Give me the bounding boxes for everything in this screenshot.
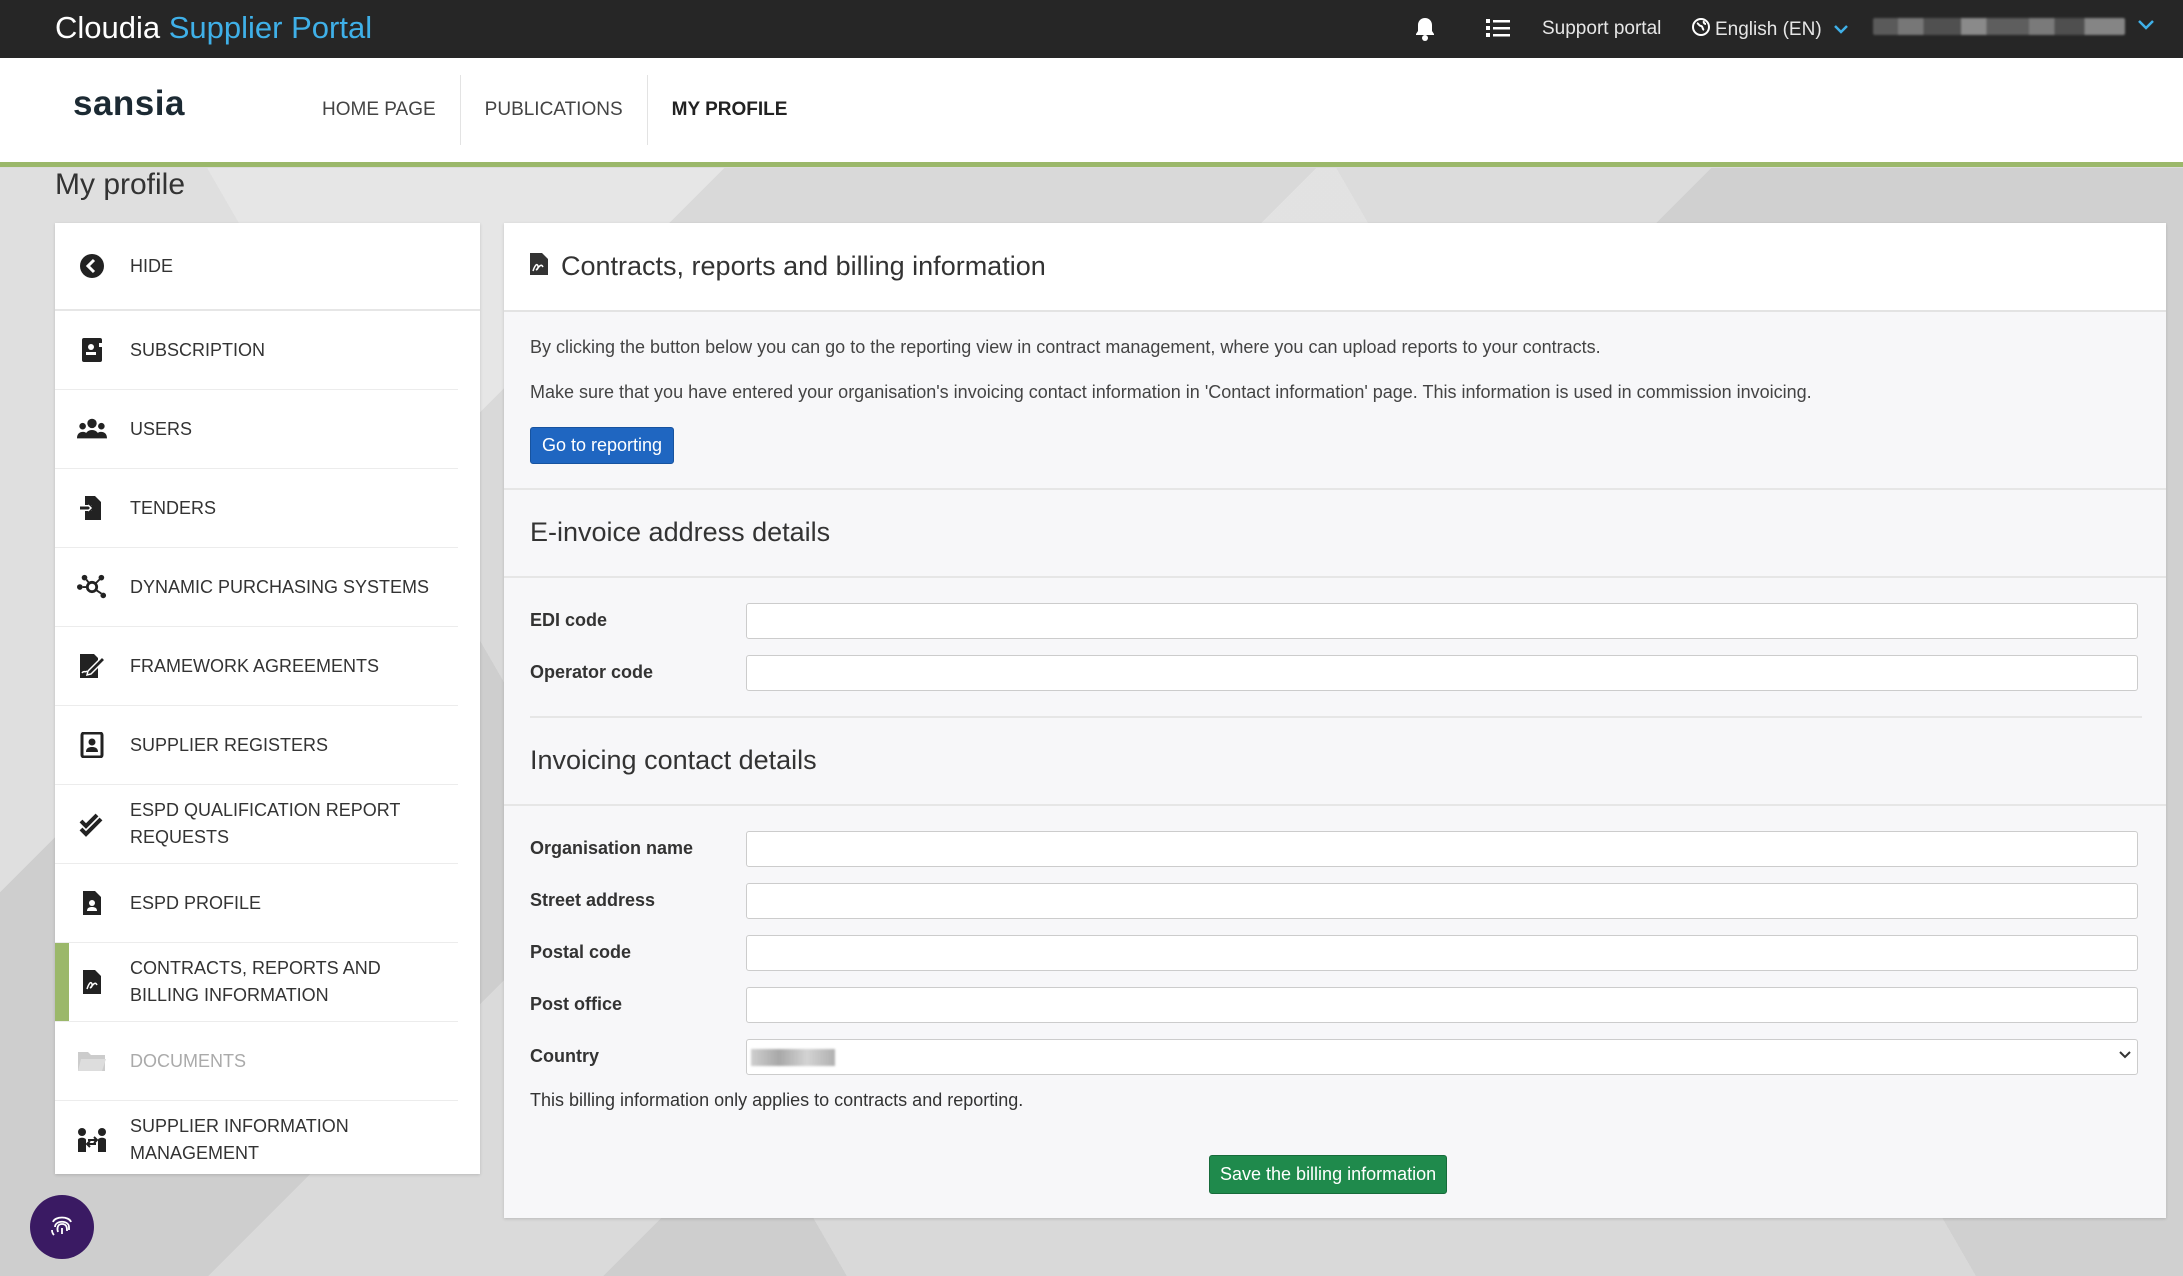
einvoice-section-title: E-invoice address details — [530, 517, 831, 547]
sidebar-item-framework-agreements[interactable]: FRAMEWORK AGREEMENTS — [55, 627, 458, 706]
operator-code-label: Operator code — [530, 662, 654, 682]
sidebar-item-label: TENDERS — [130, 497, 217, 518]
country-row: Country — [530, 1039, 2142, 1077]
network-icon — [77, 574, 107, 600]
nav-my-profile[interactable]: MY PROFILE — [648, 75, 812, 145]
sidebar-item-label: SUPPLIER INFORMATION MANAGEMENT — [130, 1116, 349, 1163]
invoicing-reminder: Make sure that you have entered your org… — [530, 382, 1812, 402]
sidebar-item-label: FRAMEWORK AGREEMENTS — [130, 655, 380, 676]
postal-code-label: Postal code — [530, 942, 632, 962]
invoicing-section-title: Invoicing contact details — [530, 745, 817, 775]
check-double-icon — [77, 811, 107, 837]
sidebar-item-label: ESPD PROFILE — [130, 892, 262, 913]
edi-code-label: EDI code — [530, 610, 608, 630]
organisation-name-label: Organisation name — [530, 838, 694, 858]
contract-file-icon — [529, 252, 549, 281]
sidebar-item-label: DYNAMIC PURCHASING SYSTEMS — [130, 576, 430, 597]
sidebar-hide-button[interactable]: HIDE — [55, 223, 480, 311]
sidebar-item-dynamic-purchasing-systems[interactable]: DYNAMIC PURCHASING SYSTEMS — [55, 548, 458, 627]
street-address-row: Street address — [530, 883, 2142, 921]
divider — [530, 716, 2142, 718]
post-office-input[interactable] — [746, 987, 2138, 1023]
divider — [504, 488, 2166, 490]
tenders-icon — [77, 495, 107, 521]
billing-panel: Contracts, reports and billing informati… — [504, 223, 2166, 1218]
street-address-input[interactable] — [746, 883, 2138, 919]
contract-file-icon — [77, 969, 107, 995]
edi-code-input[interactable] — [746, 603, 2138, 639]
operator-code-input[interactable] — [746, 655, 2138, 691]
user-menu-chevron-icon[interactable] — [2137, 14, 2155, 37]
panel-header: Contracts, reports and billing informati… — [504, 223, 2166, 312]
sidebar-item-documents: DOCUMENTS — [55, 1022, 458, 1101]
edi-code-row: EDI code — [530, 603, 2142, 641]
operator-code-row: Operator code — [530, 655, 2142, 693]
language-selector[interactable]: English (EN) — [1692, 18, 1849, 42]
brand-main: Cloudia — [55, 10, 161, 45]
page-title: My profile — [55, 168, 186, 201]
sidebar-hide-label: HIDE — [130, 255, 174, 276]
language-label: English (EN) — [1715, 19, 1822, 40]
divider — [504, 804, 2166, 806]
sidebar-item-label: USERS — [130, 418, 193, 439]
profile-file-icon — [77, 890, 107, 916]
chevron-down-icon — [2119, 1046, 2131, 1062]
sidebar-item-label: ESPD QUALIFICATION REPORT REQUESTS — [130, 800, 401, 847]
nav-publications[interactable]: PUBLICATIONS — [461, 75, 648, 145]
billing-note: This billing information only applies to… — [530, 1090, 1024, 1110]
brand-accent: Supplier Portal — [168, 10, 373, 45]
exchange-users-icon — [77, 1127, 107, 1153]
sidebar-item-supplier-registers[interactable]: SUPPLIER REGISTERS — [55, 706, 458, 785]
sidebar-item-subscription[interactable]: SUBSCRIPTION — [55, 311, 458, 390]
country-label: Country — [530, 1046, 599, 1066]
profile-sidebar: HIDE SUBSCRIPTION USERS TENDERS DYNAMIC … — [55, 223, 480, 1174]
country-select[interactable] — [746, 1039, 2138, 1075]
organisation-name-input[interactable] — [746, 831, 2138, 867]
brand[interactable]: Cloudia Supplier Portal — [55, 10, 372, 46]
save-billing-information-button[interactable]: Save the billing information — [1209, 1155, 1448, 1194]
bell-icon[interactable] — [1413, 16, 1437, 47]
subscription-icon — [77, 337, 107, 363]
reporting-description: By clicking the button below you can go … — [530, 337, 1601, 357]
fingerprint-button[interactable] — [30, 1195, 94, 1259]
sidebar-item-espd-profile[interactable]: ESPD PROFILE — [55, 864, 458, 943]
nav-home-page[interactable]: HOME PAGE — [298, 75, 461, 145]
user-menu-name[interactable] — [1873, 18, 2125, 35]
street-address-label: Street address — [530, 890, 656, 910]
sidebar-item-supplier-information-management[interactable]: SUPPLIER INFORMATION MANAGEMENT — [55, 1101, 458, 1179]
sidebar-item-label: DOCUMENTS — [130, 1050, 246, 1071]
post-office-label: Post office — [530, 994, 623, 1014]
users-icon — [77, 417, 107, 441]
sidebar-item-users[interactable]: USERS — [55, 390, 458, 469]
fingerprint-icon — [47, 1210, 77, 1245]
top-bar: Cloudia Supplier Portal Support portal E… — [0, 0, 2183, 58]
sidebar-item-tenders[interactable]: TENDERS — [55, 469, 458, 548]
panel-title: Contracts, reports and billing informati… — [561, 251, 1046, 281]
list-icon[interactable] — [1485, 16, 1511, 45]
sidebar-item-label: SUPPLIER REGISTERS — [130, 734, 329, 755]
sidebar-item-label: SUBSCRIPTION — [130, 339, 266, 360]
sansia-logo[interactable]: sansia — [73, 84, 185, 124]
main-navigation: sansia HOME PAGE PUBLICATIONS MY PROFILE — [0, 58, 2183, 167]
sidebar-item-espd-qualification-report-requests[interactable]: ESPD QUALIFICATION REPORT REQUESTS — [55, 785, 458, 864]
signature-icon — [77, 653, 107, 679]
support-portal-link[interactable]: Support portal — [1542, 18, 1661, 40]
country-value-redacted — [751, 1049, 835, 1066]
postal-code-row: Postal code — [530, 935, 2142, 973]
register-icon — [77, 732, 107, 758]
sidebar-item-contracts-reports-billing[interactable]: CONTRACTS, REPORTS AND BILLING INFORMATI… — [55, 943, 458, 1022]
postal-code-input[interactable] — [746, 935, 2138, 971]
divider — [504, 576, 2166, 578]
sidebar-item-label: CONTRACTS, REPORTS AND BILLING INFORMATI… — [130, 958, 381, 1005]
organisation-name-row: Organisation name — [530, 831, 2142, 869]
chevron-down-icon — [1833, 19, 1849, 41]
chevron-left-circle-icon — [77, 253, 107, 279]
globe-icon — [1692, 18, 1710, 42]
post-office-row: Post office — [530, 987, 2142, 1025]
go-to-reporting-button[interactable]: Go to reporting — [530, 427, 675, 464]
folder-icon — [77, 1049, 107, 1073]
